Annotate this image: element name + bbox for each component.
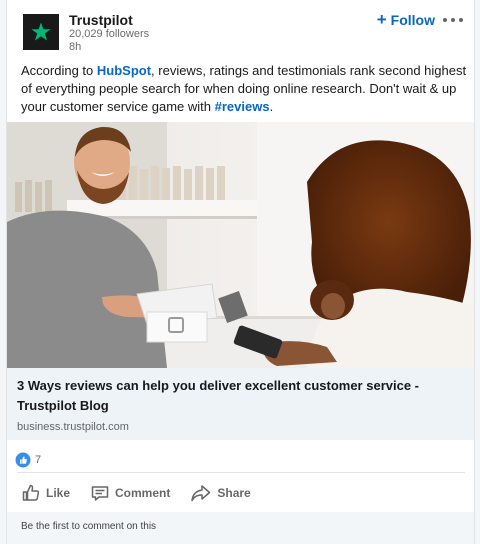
reviews-hashtag-link[interactable]: #reviews — [215, 99, 270, 114]
plus-icon: + — [376, 10, 387, 29]
post-header: Trustpilot 20,029 followers 8h + Follow — [23, 10, 463, 56]
thumbs-up-icon — [22, 484, 40, 501]
feed-post-card: Trustpilot 20,029 followers 8h + Follow … — [6, 0, 475, 544]
author-name[interactable]: Trustpilot — [69, 12, 149, 28]
action-bar: Like Comment Share — [17, 478, 255, 508]
author-info: Trustpilot 20,029 followers 8h — [69, 12, 149, 54]
share-icon — [191, 485, 211, 502]
store-checkout-photo — [7, 122, 474, 368]
article-image[interactable] — [7, 122, 474, 368]
comment-button[interactable]: Comment — [86, 481, 174, 505]
follow-button[interactable]: + Follow — [376, 10, 435, 29]
like-label: Like — [46, 486, 71, 500]
post-time: 8h — [69, 41, 82, 53]
post-text-part3: . — [269, 99, 274, 114]
hubspot-mention-link[interactable]: HubSpot — [97, 63, 151, 78]
trustpilot-star-icon — [31, 22, 51, 41]
follow-label: Follow — [390, 12, 435, 28]
comment-label: Comment — [115, 486, 171, 500]
more-options-button[interactable] — [443, 12, 463, 28]
share-label: Share — [217, 486, 251, 500]
post-text-part1: According to — [21, 63, 97, 78]
share-button[interactable]: Share — [186, 481, 254, 505]
article-title[interactable]: 3 Ways reviews can help you deliver exce… — [17, 376, 464, 416]
post-text: According to HubSpot, reviews, ratings a… — [21, 62, 467, 116]
comment-icon — [91, 486, 109, 501]
company-logo[interactable] — [23, 14, 59, 50]
article-preview[interactable]: 3 Ways reviews can help you deliver exce… — [7, 368, 474, 440]
like-button[interactable]: Like — [17, 481, 74, 505]
reaction-count: 7 — [35, 454, 42, 466]
ellipsis-icon — [443, 18, 447, 22]
comment-prompt[interactable]: Be the first to comment on this — [7, 512, 474, 544]
social-counts[interactable]: 7 — [15, 452, 41, 468]
like-reaction-icon — [15, 452, 31, 468]
divider — [17, 472, 465, 473]
article-source: business.trustpilot.com — [17, 421, 129, 433]
follower-count: 20,029 followers — [69, 28, 150, 40]
